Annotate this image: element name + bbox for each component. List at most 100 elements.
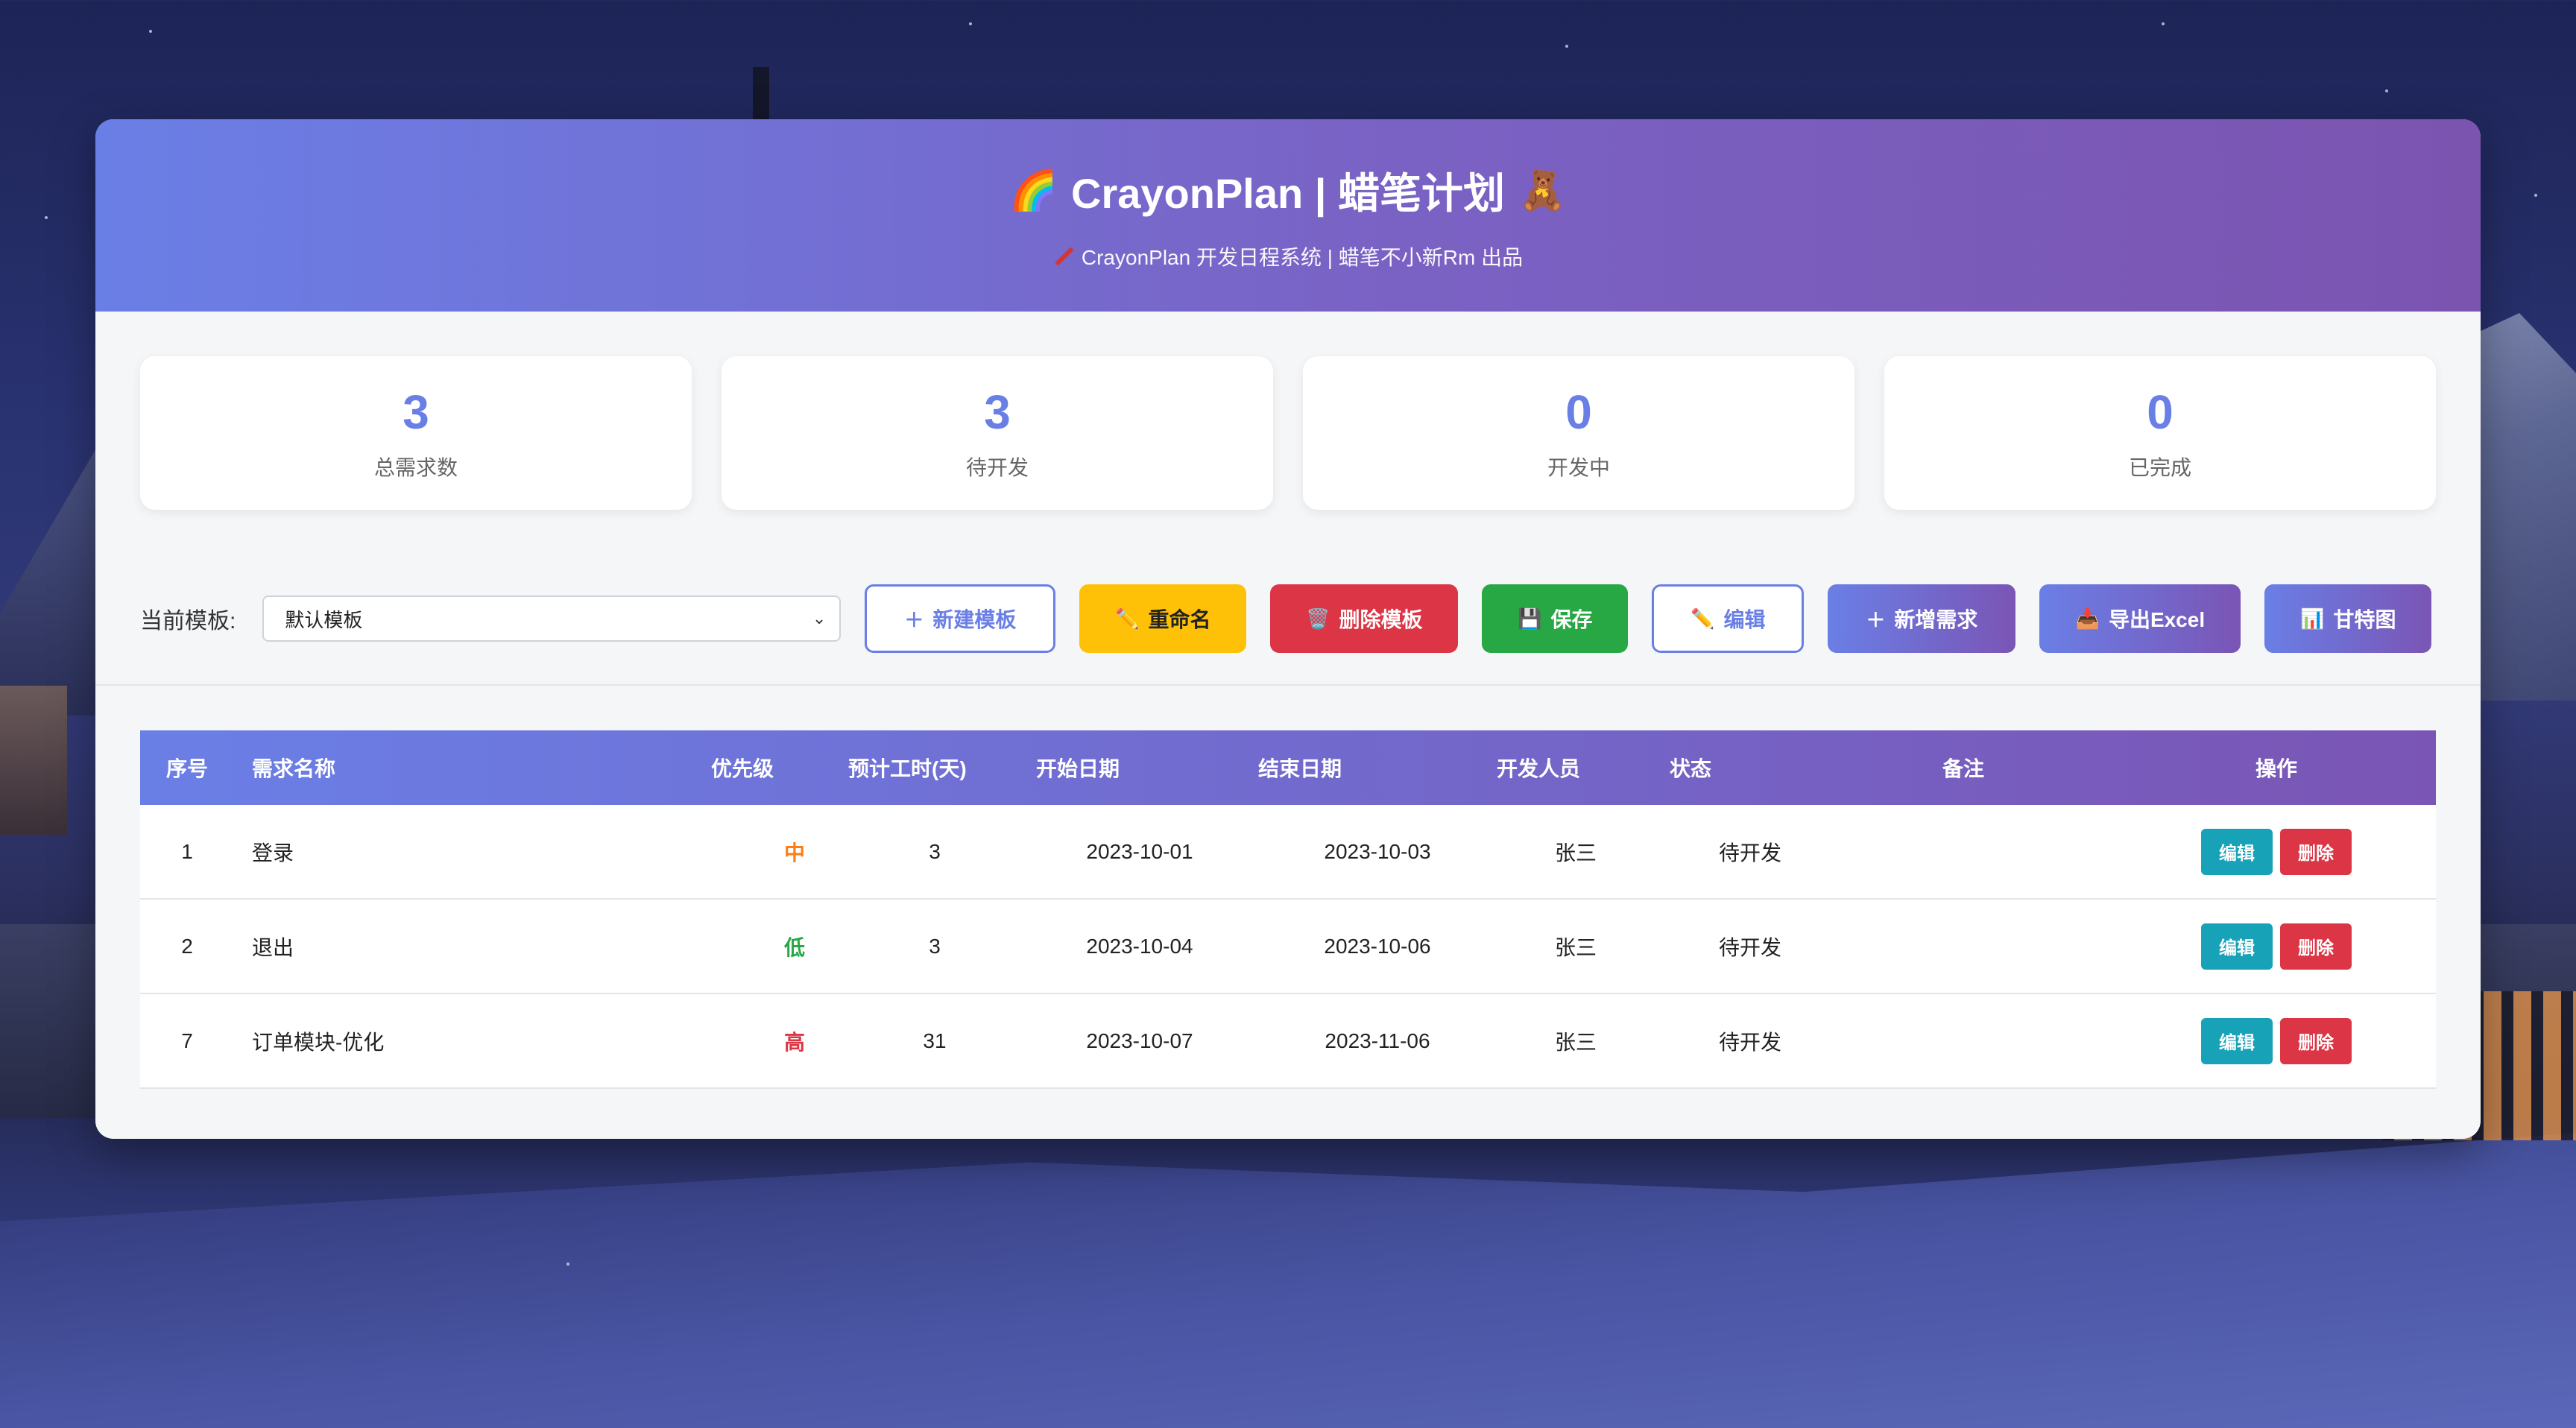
cell-priority: 中	[783, 841, 805, 865]
column-header: 预计工时(天)	[848, 757, 967, 780]
column-header: 操作	[2255, 757, 2297, 780]
cell-start-date: 2023-10-01	[1086, 839, 1193, 863]
export-excel-button[interactable]: 📥 导出Excel	[2039, 584, 2241, 653]
cell-end-date: 2023-10-03	[1324, 839, 1431, 863]
cell-actions: 编辑 删除	[2117, 923, 2436, 970]
stat-card-pending: 3 待开发	[722, 356, 1273, 510]
button-label: 编辑	[1723, 608, 1766, 631]
stat-card-total: 3 总需求数	[140, 356, 692, 510]
stat-value: 0	[2147, 385, 2174, 439]
save-button[interactable]: 💾 保存	[1482, 584, 1629, 653]
cell-start-date: 2023-10-07	[1086, 1029, 1193, 1052]
edit-button[interactable]: ✏️ 编辑	[1652, 584, 1805, 653]
stats-row: 3 总需求数 3 待开发 0 开发中 0 已完成	[95, 312, 2481, 510]
app-subtitle: CrayonPlan 开发日程系统 | 蜡笔不小新Rm 出品	[1053, 241, 1523, 271]
cell-developer: 张三	[1554, 841, 1597, 865]
rename-button[interactable]: ✏️ 重命名	[1079, 584, 1247, 653]
delete-template-button[interactable]: 🗑️ 删除模板	[1270, 584, 1459, 653]
cell-days: 3	[929, 934, 941, 958]
star	[969, 22, 972, 25]
column-header: 需求名称	[252, 757, 336, 780]
column-header: 状态	[1670, 757, 1712, 780]
bar-chart-icon: 📊	[2300, 607, 2325, 630]
template-select[interactable]: 默认模板 ⌄	[262, 595, 842, 642]
cell-end-date: 2023-10-06	[1324, 934, 1431, 958]
cell-id: 1	[181, 839, 193, 863]
trash-icon: 🗑️	[1306, 607, 1330, 630]
star	[2385, 89, 2388, 92]
floppy-disk-icon: 💾	[1518, 607, 1542, 630]
background-snow	[0, 1133, 2576, 1428]
column-header: 开始日期	[1036, 757, 1120, 780]
cell-name: 订单模块-优化	[252, 1030, 385, 1054]
stat-label: 已完成	[2128, 456, 2191, 479]
column-header: 备注	[1942, 757, 1985, 780]
button-label: 新建模板	[932, 608, 1017, 631]
row-delete-button[interactable]: 删除	[2280, 1017, 2352, 1064]
template-select-value: 默认模板	[285, 608, 363, 631]
table-row: 7 订单模块-优化 高 31 2023-10-07 2023-11-06 张三 …	[140, 994, 2436, 1089]
main-card: 🌈 CrayonPlan | 蜡笔计划 🧸 CrayonPlan 开发日程系统 …	[95, 119, 2481, 1139]
table-row: 1 登录 中 3 2023-10-01 2023-10-03 张三 待开发 编辑…	[140, 805, 2436, 900]
cell-developer: 张三	[1554, 935, 1597, 959]
pencil-icon: ✏️	[1115, 607, 1140, 630]
button-label: 甘特图	[2333, 608, 2396, 631]
button-label: 导出Excel	[2108, 608, 2206, 631]
column-header: 开发人员	[1497, 757, 1581, 780]
new-template-button[interactable]: ＋ 新建模板	[865, 584, 1056, 653]
stat-label: 开发中	[1547, 456, 1610, 479]
cell-priority: 低	[783, 935, 805, 959]
column-header: 优先级	[711, 757, 774, 780]
rainbow-icon: 🌈	[1009, 168, 1058, 212]
cell-status: 待开发	[1718, 841, 1781, 865]
template-label: 当前模板:	[140, 609, 236, 634]
button-label: 重命名	[1148, 608, 1211, 631]
chevron-down-icon: ⌄	[812, 609, 827, 628]
gantt-chart-button[interactable]: 📊 甘特图	[2264, 584, 2432, 653]
stat-label: 待开发	[965, 456, 1029, 479]
cell-actions: 编辑 删除	[2117, 1017, 2436, 1064]
star	[1565, 45, 1568, 48]
app-title: 🌈 CrayonPlan | 蜡笔计划 🧸	[1009, 160, 1566, 221]
plus-icon: ＋	[1866, 608, 1886, 631]
add-requirement-button[interactable]: ＋ 新增需求	[1828, 584, 2016, 653]
cell-start-date: 2023-10-04	[1086, 934, 1193, 958]
row-edit-button[interactable]: 编辑	[2201, 828, 2273, 875]
pencil-icon: ✏️	[1690, 607, 1715, 630]
stat-card-in-progress: 0 开发中	[1303, 356, 1854, 510]
column-header: 序号	[165, 757, 208, 780]
cell-days: 3	[929, 839, 941, 863]
star	[566, 1263, 569, 1266]
cell-end-date: 2023-11-06	[1325, 1029, 1430, 1052]
background-pole	[753, 67, 769, 127]
teddy-bear-icon: 🧸	[1518, 168, 1567, 212]
requirements-table: 序号 需求名称 优先级 预计工时(天) 开始日期 结束日期 开发人员 状态 备注…	[95, 686, 2481, 1089]
app-subtitle-text: CrayonPlan 开发日程系统 | 蜡笔不小新Rm 出品	[1081, 245, 1524, 269]
cell-actions: 编辑 删除	[2117, 828, 2436, 875]
button-label: 保存	[1550, 608, 1593, 631]
cell-days: 31	[923, 1029, 947, 1052]
star	[2162, 22, 2165, 25]
row-edit-button[interactable]: 编辑	[2201, 1017, 2273, 1064]
star	[149, 30, 152, 33]
plus-icon: ＋	[904, 608, 924, 631]
table-header: 序号 需求名称 优先级 预计工时(天) 开始日期 结束日期 开发人员 状态 备注…	[140, 730, 2436, 805]
row-edit-button[interactable]: 编辑	[2201, 923, 2273, 970]
cell-name: 退出	[252, 935, 294, 959]
cell-id: 2	[181, 934, 193, 958]
star	[2534, 194, 2537, 197]
star	[45, 216, 48, 219]
table-row: 2 退出 低 3 2023-10-04 2023-10-06 张三 待开发 编辑…	[140, 900, 2436, 994]
stat-label: 总需求数	[373, 456, 458, 479]
app-header: 🌈 CrayonPlan | 蜡笔计划 🧸 CrayonPlan 开发日程系统 …	[95, 119, 2481, 312]
button-label: 删除模板	[1339, 608, 1423, 631]
row-delete-button[interactable]: 删除	[2280, 923, 2352, 970]
app-title-text: CrayonPlan | 蜡笔计划	[1071, 169, 1505, 217]
stat-value: 3	[402, 385, 429, 439]
inbox-tray-icon: 📥	[2075, 607, 2100, 630]
toolbar: 当前模板: 默认模板 ⌄ ＋ 新建模板 ✏️ 重命名 🗑️ 删除模板 💾 保存 …	[95, 584, 2481, 653]
stat-value: 0	[1565, 385, 1592, 439]
background-house-left	[0, 686, 67, 835]
cell-status: 待开发	[1718, 1030, 1781, 1054]
row-delete-button[interactable]: 删除	[2280, 828, 2352, 875]
